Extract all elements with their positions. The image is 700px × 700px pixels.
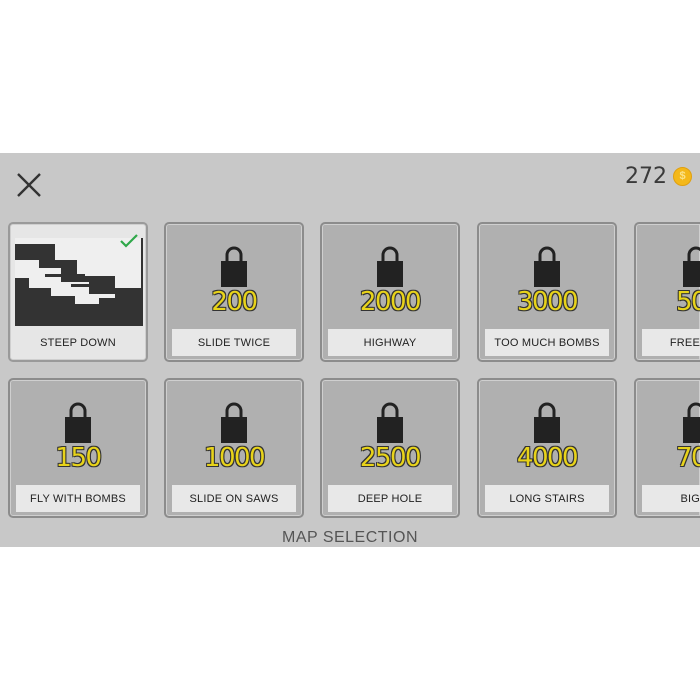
map-card-too-much-bombs[interactable]: 3000 TOO MUCH BOMBS [477, 222, 617, 362]
coin-balance: 272 $ [625, 163, 692, 189]
map-card-free[interactable]: 50 FREE [634, 222, 700, 362]
map-price: 2000 [359, 287, 422, 317]
map-name: BIG [642, 485, 700, 512]
close-button[interactable] [14, 170, 44, 200]
map-price: 1000 [203, 443, 266, 473]
map-name: HIGHWAY [328, 329, 452, 356]
map-card-slide-on-saws[interactable]: 1000 SLIDE ON SAWS [164, 378, 304, 518]
map-card-big[interactable]: 70 BIG [634, 378, 700, 518]
map-name: DEEP HOLE [328, 485, 452, 512]
map-card-steep-down[interactable]: STEEP DOWN [8, 222, 148, 362]
map-name: FREE [642, 329, 700, 356]
map-price: 200 [211, 287, 258, 317]
checkmark-icon [120, 234, 138, 248]
page-title: MAP SELECTION [281, 529, 418, 546]
lock-icon [65, 402, 91, 443]
map-card-deep-hole[interactable]: 2500 DEEP HOLE [320, 378, 460, 518]
map-price: 2500 [359, 443, 422, 473]
lock-icon [221, 246, 247, 287]
map-card-highway[interactable]: 2000 HIGHWAY [320, 222, 460, 362]
map-name: LONG STAIRS [485, 485, 609, 512]
coin-icon: $ [673, 166, 692, 186]
lock-icon [534, 402, 560, 443]
lock-icon [377, 246, 403, 287]
close-icon [17, 173, 41, 197]
map-name: FLY WITH BOMBS [16, 485, 140, 512]
map-price: 3000 [516, 287, 579, 317]
map-card-long-stairs[interactable]: 4000 LONG STAIRS [477, 378, 617, 518]
map-name: SLIDE ON SAWS [172, 485, 296, 512]
map-card-slide-twice[interactable]: 200 SLIDE TWICE [164, 222, 304, 362]
lock-icon [221, 402, 247, 443]
map-name: STEEP DOWN [40, 336, 116, 349]
map-name: TOO MUCH BOMBS [485, 329, 609, 356]
map-price: 50 [676, 287, 700, 317]
lock-icon [377, 402, 403, 443]
map-price: 70 [676, 443, 700, 473]
lock-icon [683, 402, 700, 443]
coin-count: 272 [625, 163, 667, 189]
map-price: 4000 [516, 443, 579, 473]
map-selection-panel: 272 $ STEEP DOWN 200 SLIDE TWICE 2000 HI… [0, 153, 700, 547]
lock-icon [534, 246, 560, 287]
lock-icon [683, 246, 700, 287]
map-preview-image [15, 238, 143, 326]
map-name: SLIDE TWICE [172, 329, 296, 356]
map-card-fly-with-bombs[interactable]: 150 FLY WITH BOMBS [8, 378, 148, 518]
map-price: 150 [55, 443, 102, 473]
